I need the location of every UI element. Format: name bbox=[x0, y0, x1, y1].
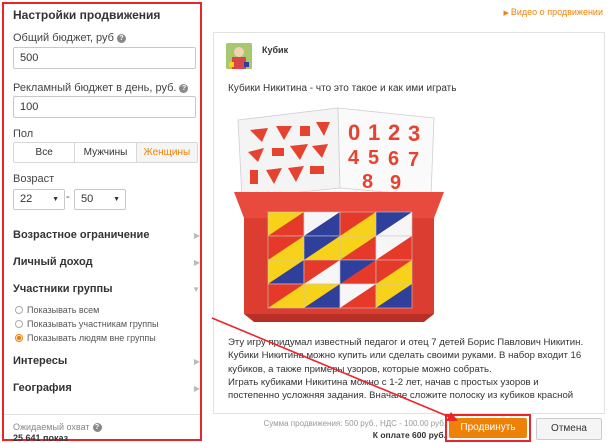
promotion-sum-text: Сумма продвижения: 500 руб., НДС - 100.0… bbox=[263, 419, 446, 428]
divider bbox=[4, 414, 200, 415]
section-age-restriction[interactable]: Возрастное ограничение ▶ bbox=[13, 229, 200, 245]
bottom-action-bar: Сумма продвижения: 500 руб., НДС - 100.0… bbox=[205, 414, 613, 443]
booklet-digit: 6 bbox=[388, 148, 399, 170]
booklet-digit: 9 bbox=[390, 172, 401, 194]
help-icon[interactable]: ? bbox=[92, 423, 102, 432]
radio-show-all[interactable]: Показывать всем bbox=[15, 305, 99, 315]
video-about-promotion-link[interactable]: ▶ Видео о продвижении bbox=[504, 7, 604, 17]
age-to-select[interactable]: 50 ▼ bbox=[74, 189, 126, 210]
section-group-members[interactable]: Участники группы ▼ bbox=[13, 283, 200, 299]
gender-option-men[interactable]: Мужчины bbox=[75, 143, 137, 162]
panel-title: Настройки продвижения bbox=[13, 8, 161, 22]
radio-show-members-label: Показывать участникам группы bbox=[27, 319, 159, 329]
expected-reach-label-text: Ожидаемый охват bbox=[13, 422, 90, 432]
post-author[interactable]: Кубик bbox=[262, 45, 288, 55]
radio-show-outside[interactable]: Показывать людям вне группы bbox=[15, 333, 156, 343]
radio-show-members[interactable]: Показывать участникам группы bbox=[15, 319, 158, 329]
booklet-digit: 5 bbox=[368, 147, 379, 169]
radio-show-outside-label: Показывать людям вне группы bbox=[27, 333, 156, 343]
gender-selector: Все Мужчины Женщины bbox=[13, 142, 198, 163]
expected-reach-value: 25 641 показ bbox=[13, 433, 69, 443]
booklet-digit: 8 bbox=[362, 171, 373, 193]
video-link-label: Видео о продвижении bbox=[510, 7, 603, 17]
age-to-value: 50 bbox=[81, 193, 94, 205]
gender-option-women[interactable]: Женщины bbox=[136, 143, 197, 162]
help-icon[interactable]: ? bbox=[116, 34, 126, 43]
post-body-line: Играть кубиками Никитина можно с 1-2 лет… bbox=[228, 376, 539, 388]
radio-selected-icon bbox=[15, 334, 23, 342]
radio-show-all-label: Показывать всем bbox=[27, 305, 100, 315]
section-geography-label: География bbox=[13, 382, 72, 394]
total-budget-input[interactable] bbox=[13, 47, 196, 69]
post-card: Кубик Кубики Никитина - что это такое и … bbox=[213, 32, 605, 414]
promote-button[interactable]: Продвинуть bbox=[445, 414, 531, 442]
section-age-restriction-label: Возрастное ограничение bbox=[13, 229, 150, 241]
radio-icon bbox=[15, 306, 23, 314]
age-label: Возраст bbox=[13, 173, 55, 185]
daily-budget-label: Рекламный бюджет в день, руб.? bbox=[13, 82, 189, 94]
post-body-line: Кубики Никитина можно купить или сделать… bbox=[228, 350, 582, 362]
box-bottom bbox=[244, 314, 434, 322]
chevron-right-icon: ▶ bbox=[193, 258, 200, 267]
post-body-line: Эту игру придумал известный педагог и от… bbox=[228, 337, 584, 348]
chevron-down-icon: ▼ bbox=[192, 285, 200, 294]
chevron-right-icon: ▶ bbox=[193, 384, 200, 393]
daily-budget-label-text: Рекламный бюджет в день, руб. bbox=[13, 82, 177, 94]
post-title[interactable]: Кубики Никитина - что это такое и как им… bbox=[228, 83, 456, 94]
author-avatar[interactable] bbox=[226, 43, 252, 69]
help-icon[interactable]: ? bbox=[179, 84, 189, 93]
promote-button-label: Продвинуть bbox=[449, 418, 527, 438]
budget-label-text: Общий бюджет, руб bbox=[13, 32, 114, 44]
avatar-image bbox=[226, 43, 252, 69]
age-from-value: 22 bbox=[20, 193, 33, 205]
caret-down-icon: ▼ bbox=[113, 196, 120, 203]
expected-reach-label: Ожидаемый охват? bbox=[13, 422, 102, 432]
booklet-digit: 4 bbox=[348, 147, 360, 169]
booklet-digit: 3 bbox=[408, 121, 420, 146]
chevron-right-icon: ▶ bbox=[193, 357, 200, 366]
booklet-digit: 0 bbox=[348, 120, 360, 145]
gender-label: Пол bbox=[13, 128, 34, 140]
post-preview-area: ▶ Видео о продвижении Кубик Кубики Никити… bbox=[205, 0, 613, 443]
booklet-digit: 1 bbox=[368, 120, 380, 145]
section-income-label: Личный доход bbox=[13, 256, 93, 268]
booklet-digit: 7 bbox=[408, 149, 419, 171]
pattern-booklet: 0 1 2 3 4 5 6 7 8 9 bbox=[237, 107, 435, 199]
section-geography[interactable]: География ▶ bbox=[13, 382, 200, 398]
radio-icon bbox=[15, 320, 23, 328]
gender-option-all[interactable]: Все bbox=[14, 143, 76, 162]
daily-budget-input[interactable] bbox=[13, 96, 196, 118]
section-group-members-label: Участники группы bbox=[13, 283, 113, 295]
section-income[interactable]: Личный доход ▶ bbox=[13, 256, 200, 272]
age-range-dash: - bbox=[66, 191, 70, 203]
play-icon: ▶ bbox=[503, 10, 509, 17]
section-interests[interactable]: Интересы ▶ bbox=[13, 355, 200, 371]
post-body: Эту игру придумал известный педагог и от… bbox=[228, 336, 596, 402]
total-to-pay-text: К оплате 600 руб. bbox=[372, 430, 446, 440]
booklet-digit: 2 bbox=[388, 120, 400, 145]
cancel-button[interactable]: Отмена bbox=[536, 418, 602, 440]
caret-down-icon: ▼ bbox=[52, 196, 59, 203]
cube-grid bbox=[267, 211, 413, 309]
chevron-right-icon: ▶ bbox=[193, 231, 200, 240]
promotion-settings-panel: Настройки продвижения Общий бюджет, руб?… bbox=[2, 2, 202, 443]
post-image-cubes-box: 0 1 2 3 4 5 6 7 8 9 bbox=[234, 107, 444, 322]
post-body-line: кубиков, а также примеры узоров, которые… bbox=[228, 363, 492, 375]
age-from-select[interactable]: 22 ▼ bbox=[13, 189, 65, 210]
budget-label: Общий бюджет, руб? bbox=[13, 32, 126, 44]
post-body-line: постепенно усложняя задания. Вначале сло… bbox=[228, 390, 574, 402]
section-interests-label: Интересы bbox=[13, 355, 68, 367]
